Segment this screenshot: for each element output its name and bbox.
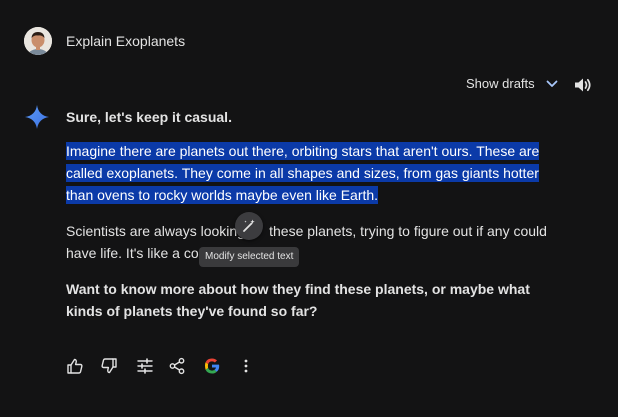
show-drafts-button[interactable]: Show drafts: [466, 76, 559, 91]
google-icon[interactable]: [203, 357, 221, 375]
magic-pen-icon: [243, 219, 255, 232]
response-paragraph-3: Want to know more about how they find th…: [66, 281, 530, 319]
tune-icon[interactable]: [136, 357, 154, 375]
user-avatar[interactable]: [24, 27, 52, 55]
speaker-icon[interactable]: [573, 75, 593, 95]
thumbs-up-icon[interactable]: [66, 357, 84, 375]
selected-text[interactable]: Imagine there are planets out there, orb…: [66, 142, 540, 204]
thumbs-down-icon[interactable]: [100, 357, 118, 375]
modify-selection-tooltip: Modify selected text: [199, 247, 300, 267]
response-paragraph-selected[interactable]: Imagine there are planets out there, orb…: [66, 140, 562, 206]
response-content: Sure, let's keep it casual. Imagine ther…: [66, 108, 562, 336]
show-drafts-label: Show drafts: [466, 76, 535, 91]
response-heading: Sure, let's keep it casual.: [66, 109, 232, 125]
response-paragraph-2: Scientists are always looking for these …: [66, 220, 562, 264]
gemini-spark-icon: [25, 105, 49, 129]
modify-selection-button[interactable]: [235, 212, 263, 240]
paragraph2-text-start: Scientists are always looking: [66, 223, 249, 239]
chevron-down-icon: [546, 80, 558, 87]
avatar-image: [24, 27, 52, 55]
user-prompt-text: Explain Exoplanets: [66, 33, 186, 49]
share-icon[interactable]: [168, 357, 186, 375]
more-vert-icon[interactable]: [237, 357, 255, 375]
